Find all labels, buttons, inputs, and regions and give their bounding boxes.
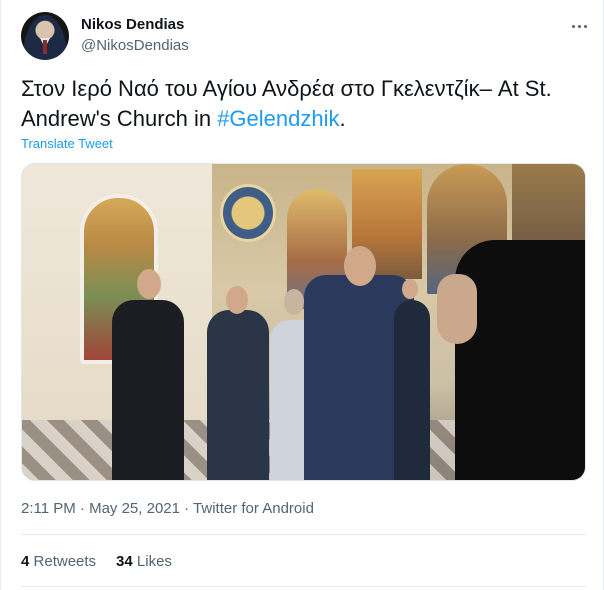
avatar-tie xyxy=(43,40,47,54)
photo-person-head xyxy=(437,274,477,344)
tweet-header: Nikos Dendias @NikosDendias xyxy=(21,12,591,64)
retweets-label: Retweets xyxy=(33,553,97,570)
photo-priest xyxy=(455,240,585,480)
photo-person xyxy=(112,300,184,480)
author-handle[interactable]: @NikosDendias xyxy=(81,37,189,54)
photo-person-head xyxy=(284,289,304,315)
more-options-icon[interactable] xyxy=(567,16,591,36)
retweets-count: 4 xyxy=(21,553,30,570)
tweet-timestamp[interactable]: 2:11 PM · May 25, 2021 · Twitter for And… xyxy=(21,500,314,517)
photo-fresco xyxy=(220,184,276,242)
tweet-stats: 4 Retweets 34 Likes xyxy=(21,553,172,570)
divider xyxy=(21,586,586,587)
hashtag-link[interactable]: #Gelendzhik xyxy=(217,106,339,131)
author-name[interactable]: Nikos Dendias xyxy=(81,16,184,33)
avatar[interactable] xyxy=(21,12,69,60)
tweet-text-end: . xyxy=(339,106,346,131)
retweets-stat[interactable]: 4 Retweets xyxy=(21,553,96,570)
likes-count: 34 xyxy=(116,553,133,570)
tweet-card: Nikos Dendias @NikosDendias Στον Ιερό Να… xyxy=(0,0,604,590)
tweet-text: Στον Ιερό Ναό του Αγίου Ανδρέα στο Γκελε… xyxy=(21,74,581,134)
divider xyxy=(21,534,586,535)
tweet-photo[interactable] xyxy=(21,163,586,481)
photo-person-head xyxy=(137,269,161,299)
likes-stat[interactable]: 34 Likes xyxy=(116,553,172,570)
likes-label: Likes xyxy=(136,553,172,570)
photo-person-head xyxy=(226,286,248,314)
translate-tweet-link[interactable]: Translate Tweet xyxy=(21,136,113,151)
photo-person-head xyxy=(402,279,418,299)
photo-person xyxy=(394,300,430,480)
photo-person-head xyxy=(344,246,376,286)
photo-person xyxy=(207,310,269,480)
